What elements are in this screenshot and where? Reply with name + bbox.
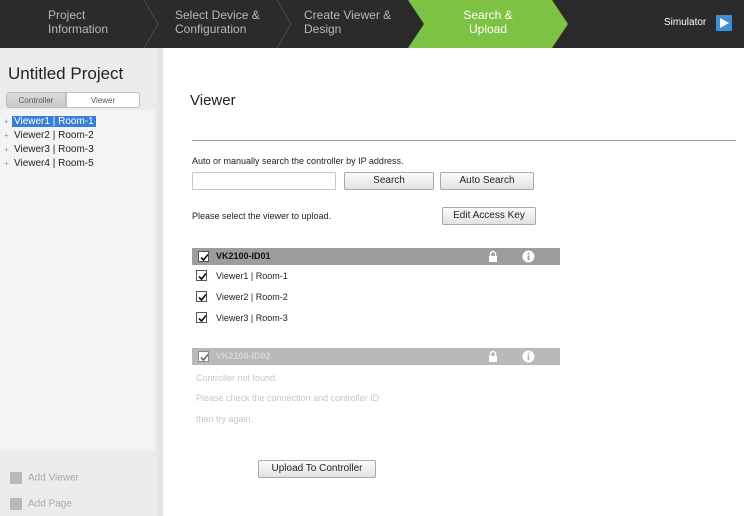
upload-to-controller-button[interactable]: Upload To Controller [258, 460, 376, 478]
step-line2: Configuration [175, 22, 247, 36]
viewer-checkbox[interactable] [196, 270, 207, 281]
add-viewer-button[interactable]: Add Viewer [10, 472, 79, 484]
viewer-checkbox[interactable] [196, 291, 207, 302]
check-icon [198, 272, 207, 281]
simulator: Simulator [664, 0, 744, 48]
tab-viewer[interactable]: Viewer [66, 92, 140, 108]
divider [192, 140, 736, 141]
tree-item-viewer3[interactable]: + Viewer3 | Room-3 [4, 144, 96, 156]
tree-item-viewer2[interactable]: + Viewer2 | Room-2 [4, 130, 96, 142]
main-content: Viewer Auto or manually search the contr… [164, 48, 744, 516]
edit-access-key-button[interactable]: Edit Access Key [442, 207, 536, 225]
ip-address-input[interactable] [192, 172, 336, 190]
info-icon[interactable] [522, 250, 535, 263]
page-title: Viewer [190, 92, 236, 109]
step-line1: Select Device & [175, 8, 260, 22]
check-icon [200, 253, 209, 262]
play-icon [720, 18, 729, 28]
check-icon [198, 314, 207, 323]
step-project-information[interactable]: Project Information [48, 0, 144, 48]
viewer-label: Viewer1 | Room-1 [216, 271, 288, 281]
error-message: then try again. [196, 414, 254, 424]
step-line2: Information [48, 22, 109, 36]
viewer-checkbox[interactable] [196, 312, 207, 323]
simulator-button[interactable] [716, 15, 732, 31]
info-icon[interactable] [522, 350, 535, 363]
viewer-label: Viewer2 | Room-2 [216, 292, 288, 302]
lock-icon[interactable] [488, 350, 498, 363]
step-line2: Upload [468, 22, 508, 36]
tree-item-viewer1[interactable]: + Viewer1 | Room-1 [4, 116, 96, 128]
tree-item-viewer4[interactable]: + Viewer4 | Room-5 [4, 158, 96, 170]
check-icon [200, 353, 209, 362]
add-page-icon [10, 498, 22, 510]
lock-icon[interactable] [488, 250, 498, 263]
step-line1: Search & [463, 8, 513, 22]
error-message: Controller not found. [196, 373, 278, 383]
add-viewer-icon [10, 472, 22, 484]
controller-checkbox[interactable] [198, 351, 209, 362]
expand-icon[interactable]: + [4, 144, 12, 156]
controller-row: VK2100-ID02 [192, 348, 560, 365]
add-page-label: Add Page [28, 498, 72, 510]
step-select-device[interactable]: Select Device & Configuration [175, 0, 275, 48]
controller-name: VK2100-ID01 [216, 251, 271, 261]
step-search-upload[interactable]: Search & Upload [424, 0, 552, 48]
step-create-viewer[interactable]: Create Viewer & Design [304, 0, 404, 48]
tab-controller[interactable]: Controller [6, 92, 66, 108]
step-line1: Create Viewer & [304, 8, 392, 22]
search-instruction: Auto or manually search the controller b… [192, 156, 404, 166]
add-viewer-label: Add Viewer [28, 472, 79, 484]
select-viewer-instruction: Please select the viewer to upload. [192, 211, 332, 221]
tree-item-label: Viewer1 | Room-1 [12, 116, 96, 127]
error-message: Please check the connection and controll… [196, 393, 380, 403]
check-icon [198, 293, 207, 302]
wizard-step-bar: Project Information Select Device & Conf… [0, 0, 744, 48]
search-button[interactable]: Search [344, 172, 434, 190]
project-sidebar: Untitled Project Controller Viewer + View… [0, 48, 163, 516]
controller-row: VK2100-ID01 [192, 248, 560, 265]
expand-icon[interactable]: + [4, 130, 12, 142]
auto-search-button[interactable]: Auto Search [440, 172, 534, 190]
expand-icon[interactable]: + [4, 116, 12, 128]
step-line1: Project [48, 8, 86, 22]
step-line2: Design [304, 22, 342, 36]
expand-icon[interactable]: + [4, 158, 12, 170]
controller-checkbox[interactable] [198, 251, 209, 262]
simulator-label: Simulator [664, 17, 707, 28]
controller-name: VK2100-ID02 [216, 351, 271, 361]
tree-item-label: Viewer3 | Room-3 [14, 144, 94, 155]
viewer-tree: + Viewer1 | Room-1 + Viewer2 | Room-2 + Vie… [0, 110, 155, 450]
tree-item-label: Viewer4 | Room-5 [14, 158, 94, 169]
tree-item-label: Viewer2 | Room-2 [14, 130, 94, 141]
project-title: Untitled Project [8, 64, 124, 83]
add-page-button[interactable]: Add Page [10, 498, 72, 510]
viewer-label: Viewer3 | Room-3 [216, 313, 288, 323]
